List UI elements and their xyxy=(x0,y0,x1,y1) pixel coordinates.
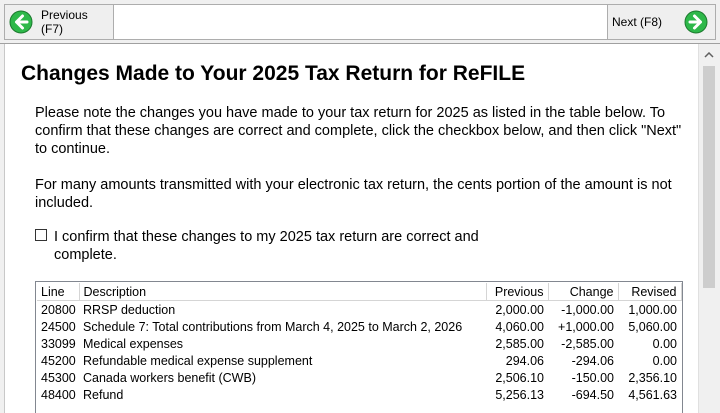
description-cell: Schedule 7: Total contributions from Mar… xyxy=(83,319,463,334)
toolbar-center-field xyxy=(114,4,607,40)
revised-cell: 1,000.00 xyxy=(628,302,677,317)
revised-cell: 4,561.63 xyxy=(628,387,677,402)
arrow-left-icon xyxy=(9,10,33,34)
changes-table[interactable]: Line Description Previous Change Revised… xyxy=(35,281,683,413)
next-button-label: Next (F8) xyxy=(612,15,663,29)
column-header-description[interactable]: Description xyxy=(79,283,487,301)
table-row[interactable]: 45200 Refundable medical expense supplem… xyxy=(37,352,681,369)
table-row[interactable]: 33099 Medical expenses 2,585.00 -2,585.0… xyxy=(37,335,681,352)
revised-cell: 2,356.10 xyxy=(628,370,677,385)
previous-cell: 2,000.00 xyxy=(495,302,544,317)
description-cell: RRSP deduction xyxy=(83,302,176,317)
previous-cell: 2,585.00 xyxy=(495,336,544,351)
content-pane: Changes Made to Your 2025 Tax Return for… xyxy=(4,44,699,413)
confirm-row[interactable]: I confirm that these changes to my 2025 … xyxy=(35,228,505,264)
revised-cell: 0.00 xyxy=(652,353,677,368)
description-cell: Canada workers benefit (CWB) xyxy=(83,370,256,385)
table-header-row: Line Description Previous Change Revised xyxy=(37,283,682,301)
arrow-right-icon xyxy=(684,10,708,34)
revised-cell: 0.00 xyxy=(652,336,677,351)
change-cell: -2,585.00 xyxy=(561,336,614,351)
line-cell: 45200 xyxy=(41,353,76,368)
previous-cell: 4,060.00 xyxy=(495,319,544,334)
table-row[interactable]: 45300 Canada workers benefit (CWB) 2,506… xyxy=(37,369,681,386)
line-cell: 20800 xyxy=(41,302,76,317)
scrollbar-thumb[interactable] xyxy=(703,66,715,288)
page-title: Changes Made to Your 2025 Tax Return for… xyxy=(21,62,526,85)
description-cell: Medical expenses xyxy=(83,336,184,351)
column-header-line[interactable]: Line xyxy=(37,283,80,301)
previous-button[interactable]: Previous (F7) xyxy=(4,4,114,40)
scroll-up-arrow-icon[interactable] xyxy=(702,48,716,62)
previous-button-label: Previous (F7) xyxy=(41,8,88,36)
previous-cell: 2,506.10 xyxy=(495,370,544,385)
change-cell: -294.06 xyxy=(571,353,614,368)
confirm-checkbox-label: I confirm that these changes to my 2025 … xyxy=(54,229,479,263)
table-row[interactable]: 20800 RRSP deduction 2,000.00 -1,000.00 … xyxy=(37,301,681,319)
table-row[interactable]: 48400 Refund 5,256.13 -694.50 4,561.63 xyxy=(37,386,681,403)
description-cell: Refundable medical expense supplement xyxy=(83,353,313,368)
column-header-change[interactable]: Change xyxy=(548,283,619,301)
vertical-scrollbar[interactable] xyxy=(698,44,720,413)
line-cell: 33099 xyxy=(41,336,76,351)
column-header-revised[interactable]: Revised xyxy=(618,283,682,301)
confirm-checkbox[interactable] xyxy=(35,229,47,241)
description-cell: Refund xyxy=(83,387,124,402)
line-cell: 48400 xyxy=(41,387,76,402)
table-row[interactable]: 24500 Schedule 7: Total contributions fr… xyxy=(37,318,681,335)
instructions-paragraph: Please note the changes you have made to… xyxy=(35,105,682,157)
next-button[interactable]: Next (F8) xyxy=(607,4,716,40)
column-header-previous[interactable]: Previous xyxy=(486,283,549,301)
change-cell: -1,000.00 xyxy=(561,302,614,317)
line-cell: 45300 xyxy=(41,370,76,385)
change-cell: +1,000.00 xyxy=(558,319,614,334)
change-cell: -694.50 xyxy=(571,387,614,402)
revised-cell: 5,060.00 xyxy=(628,319,677,334)
previous-cell: 294.06 xyxy=(505,353,544,368)
cents-note-paragraph: For many amounts transmitted with your e… xyxy=(35,177,672,211)
previous-cell: 5,256.13 xyxy=(495,387,544,402)
line-cell: 24500 xyxy=(41,319,76,334)
navigation-toolbar: Previous (F7) Next (F8) xyxy=(0,0,720,44)
change-cell: -150.00 xyxy=(571,370,614,385)
